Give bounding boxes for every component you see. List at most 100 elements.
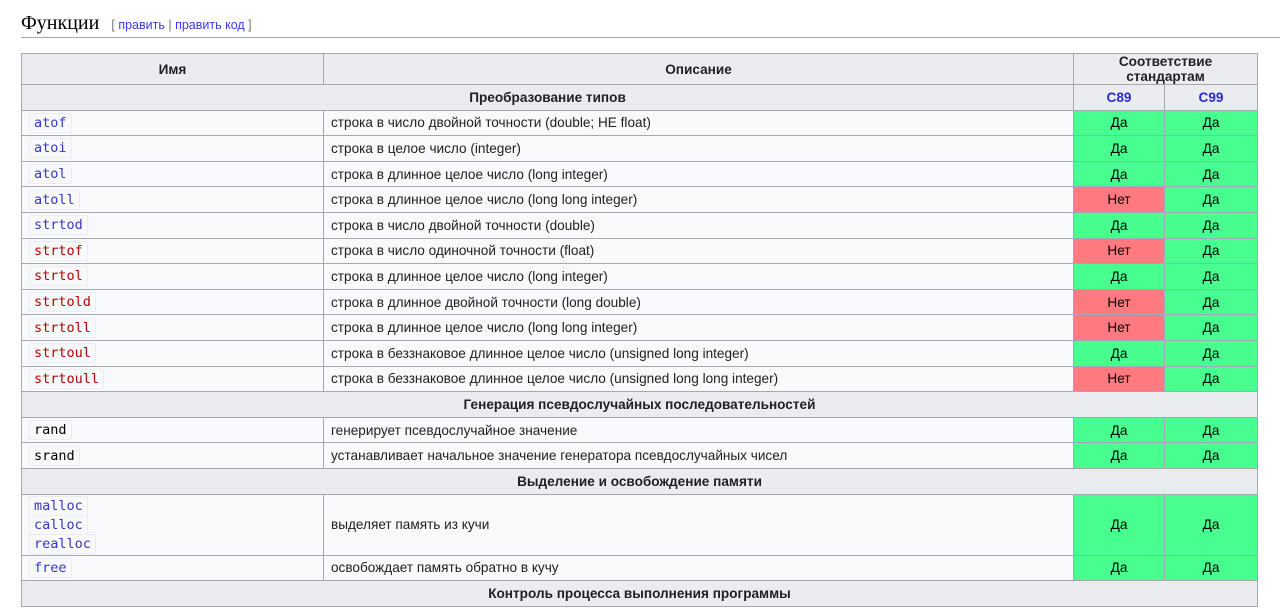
table-body: Преобразование типов C89 C99 atof строка в ч… [21, 84, 1258, 607]
function-name-link: srand [29, 445, 80, 466]
c99-support: Да [1164, 263, 1258, 290]
function-name-link[interactable]: free [29, 557, 72, 578]
c89-support: Да [1073, 135, 1165, 162]
function-name-link[interactable]: strtold [29, 292, 96, 313]
function-name-cell: malloc calloc realloc [21, 493, 324, 556]
table-row: malloc calloc realloc выделяет память из ку… [21, 493, 1258, 556]
function-name-link[interactable]: calloc [29, 514, 88, 535]
c99-support: Да [1164, 493, 1258, 556]
function-description: строка в число двойной точности (double) [323, 211, 1074, 239]
c89-support: Нет [1073, 186, 1165, 213]
table-row: atoi строка в целое число (integer) Да Да [21, 135, 1258, 162]
table-row: strtod строка в число двойной точности (d… [21, 211, 1258, 239]
table-row: srand устанавливает начальное значение ге… [21, 442, 1258, 469]
edit-link[interactable]: править [118, 18, 165, 32]
c99-support: Да [1164, 365, 1258, 393]
section-heading: Функции [ править | править код ] [21, 8, 1280, 38]
group-title: Преобразование типов [21, 84, 1074, 111]
table-row: atoll строка в длинное целое число (long … [21, 186, 1258, 213]
function-description: строка в длинное целое число (long integ… [323, 263, 1074, 290]
table-row: atol строка в длинное целое число (long i… [21, 160, 1258, 188]
table-row: strtoll строка в длинное целое число (lon… [21, 314, 1258, 341]
c89-support: Да [1073, 109, 1165, 137]
table-row: atof строка в число двойной точности (dou… [21, 109, 1258, 137]
c99-support: Да [1164, 211, 1258, 239]
group-row: Преобразование типов C89 C99 [21, 84, 1258, 111]
function-name-link[interactable]: atoll [29, 189, 80, 210]
standard-c89: C89 [1073, 84, 1165, 111]
c99-support: Да [1164, 339, 1258, 367]
c89-support: Да [1073, 416, 1165, 444]
function-name-link[interactable]: atof [29, 112, 72, 133]
function-name-cell: strtoul [21, 339, 324, 367]
function-name-cell: srand [21, 442, 324, 469]
group-title: Выделение и освобождение памяти [21, 467, 1258, 495]
c99-support: Да [1164, 416, 1258, 444]
function-name-cell: atol [21, 160, 324, 188]
function-description: строка в длинное целое число (long long … [323, 186, 1074, 213]
c89-support: Да [1073, 211, 1165, 239]
function-name-link[interactable]: malloc [29, 495, 88, 516]
header-row: Имя Описание Соответствие стандартам [21, 53, 1258, 85]
c89-support: Нет [1073, 365, 1165, 393]
c89-support: Да [1073, 554, 1165, 582]
function-name-link[interactable]: atoi [29, 138, 72, 159]
function-description: выделяет память из кучи [323, 493, 1074, 556]
table-row: strtoull строка в беззнаковое длинное цел… [21, 365, 1258, 393]
function-name-cell: atof [21, 109, 324, 137]
function-description: строка в длинное двойной точности (long … [323, 288, 1074, 316]
function-name-link[interactable]: strtof [29, 240, 88, 261]
c89-support: Да [1073, 263, 1165, 290]
function-description: генерирует псевдослучайное значение [323, 416, 1074, 444]
function-description: строка в длинное целое число (long integ… [323, 160, 1074, 188]
c99-support: Да [1164, 135, 1258, 162]
function-description: освобождает память обратно в кучу [323, 554, 1074, 582]
function-name-link[interactable]: strtoul [29, 343, 96, 364]
function-name-cell: strtof [21, 237, 324, 265]
function-name-link[interactable]: strtod [29, 215, 88, 236]
header-description: Описание [323, 53, 1074, 85]
section-title: Функции [21, 12, 100, 34]
function-description: строка в беззнаковое длинное целое число… [323, 365, 1074, 393]
table-row: strtof строка в число одиночной точности … [21, 237, 1258, 265]
functions-table: Имя Описание Соответствие стандартам Пре… [21, 53, 1258, 607]
function-name-item: malloc [29, 495, 316, 516]
standard-link[interactable]: C99 [1199, 90, 1224, 105]
function-name-link[interactable]: strtoll [29, 317, 96, 338]
function-name-link[interactable]: strtol [29, 266, 88, 287]
c89-support: Нет [1073, 314, 1165, 341]
table-row: strtold строка в длинное двойной точности… [21, 288, 1258, 316]
standard-link[interactable]: C89 [1107, 90, 1132, 105]
c89-support: Нет [1073, 237, 1165, 265]
function-name-link[interactable]: atol [29, 164, 72, 185]
edit-section-links: [ править | править код ] [111, 18, 252, 32]
function-description: устанавливает начальное значение генерат… [323, 442, 1074, 469]
table-row: free освобождает память обратно в кучу Да Д… [21, 554, 1258, 582]
edit-code-link[interactable]: править код [175, 18, 245, 32]
function-name-item: calloc [29, 514, 316, 535]
c99-support: Да [1164, 288, 1258, 316]
table-row: strtol строка в длинное целое число (long… [21, 263, 1258, 290]
function-name-cell: strtoull [21, 365, 324, 393]
function-name-link[interactable]: strtoull [29, 368, 105, 389]
c89-support: Да [1073, 160, 1165, 188]
c99-support: Да [1164, 237, 1258, 265]
group-row: Контроль процесса выполнения программы [21, 580, 1258, 607]
c99-support: Да [1164, 554, 1258, 582]
standard-c99: C99 [1164, 84, 1258, 111]
function-description: строка в число двойной точности (double;… [323, 109, 1074, 137]
table-row: rand генерирует псевдослучайное значение Д… [21, 416, 1258, 444]
c99-support: Да [1164, 109, 1258, 137]
function-name-cell: strtoll [21, 314, 324, 341]
header-standards: Соответствие стандартам [1073, 53, 1258, 85]
group-row: Выделение и освобождение памяти [21, 467, 1258, 495]
function-name-cell: atoll [21, 186, 324, 213]
function-name-cell: strtol [21, 263, 324, 290]
function-name-link[interactable]: realloc [29, 533, 96, 554]
c89-support: Да [1073, 339, 1165, 367]
function-description: строка в целое число (integer) [323, 135, 1074, 162]
c89-support: Да [1073, 493, 1165, 556]
group-title: Генерация псевдослучайных последовательн… [21, 391, 1258, 418]
function-name-cell: strtod [21, 211, 324, 239]
function-description: строка в длинное целое число (long long … [323, 314, 1074, 341]
